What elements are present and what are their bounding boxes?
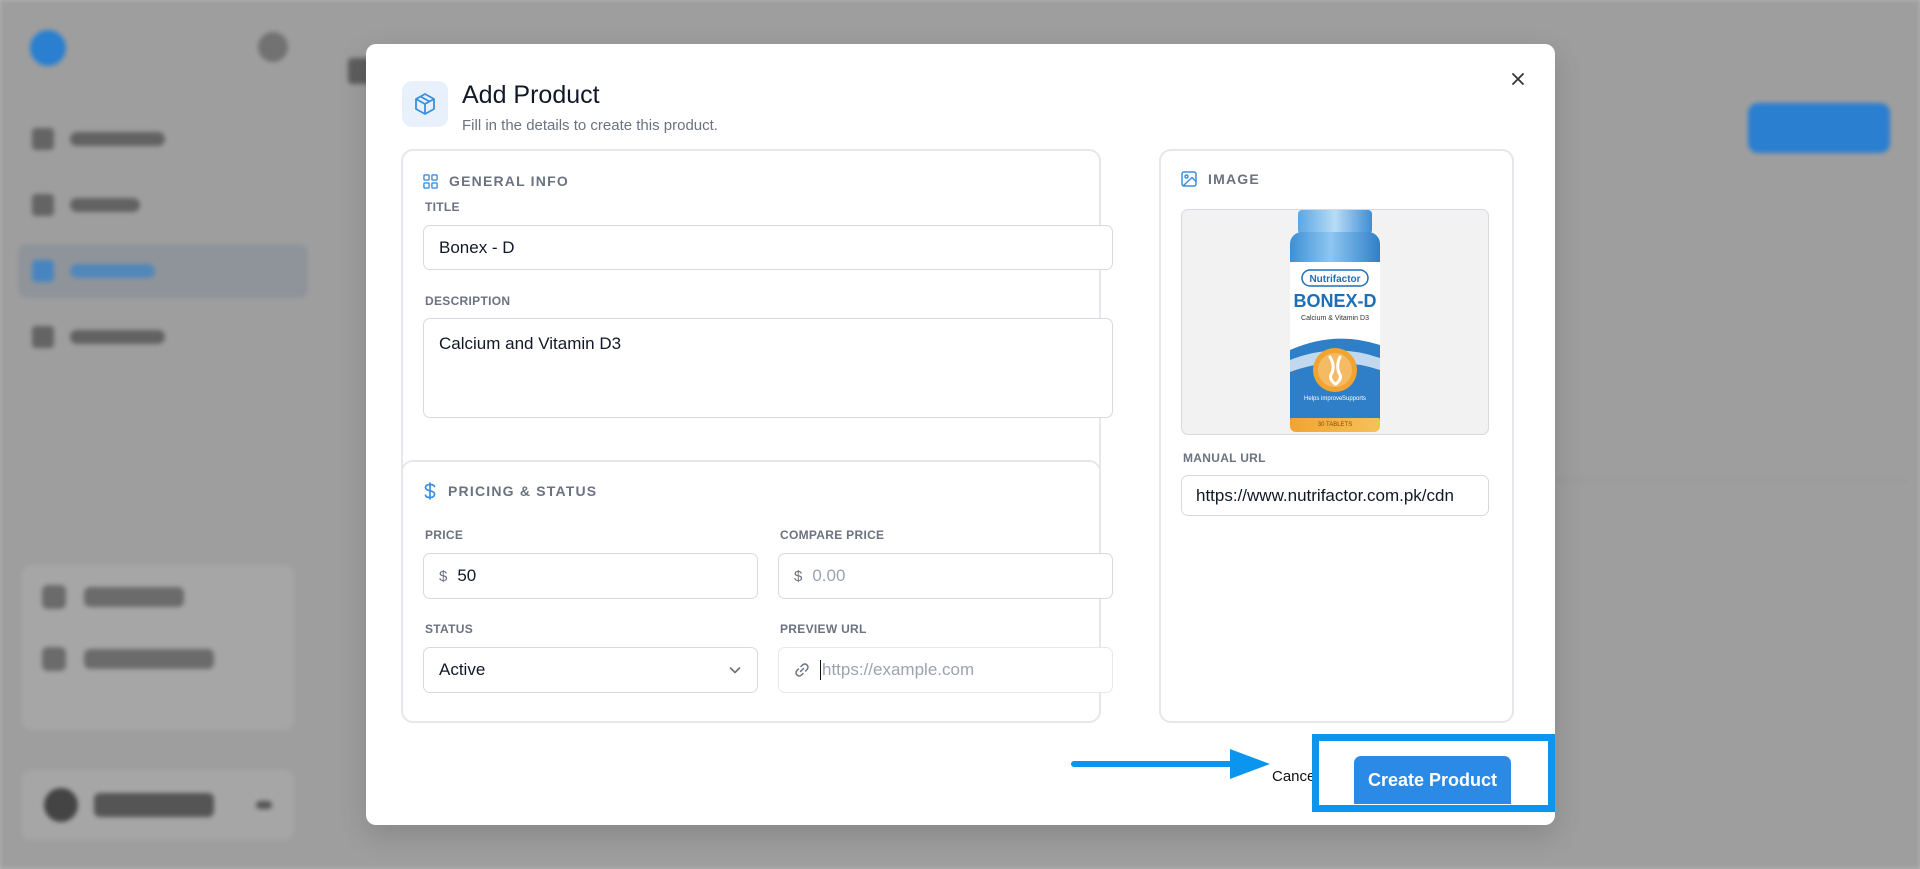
svg-text:Calcium & Vitamin D3: Calcium & Vitamin D3 (1301, 315, 1369, 322)
general-info-heading-text: GENERAL INFO (449, 173, 569, 189)
compare-currency-prefix: $ (794, 567, 803, 585)
close-icon (1512, 73, 1524, 85)
sidebar-nav (18, 112, 308, 376)
image-heading-text: IMAGE (1208, 171, 1260, 187)
status-label: STATUS (425, 622, 474, 636)
grid-icon (423, 173, 438, 189)
description-textarea-value: Calcium and Vitamin D3 (439, 334, 622, 353)
compare-price-label: COMPARE PRICE (780, 528, 885, 542)
preview-url-input[interactable]: https://example.com (778, 647, 1113, 693)
sidebar-item (18, 112, 308, 166)
status-select[interactable]: Active (423, 647, 758, 693)
svg-text:BONEX-D: BONEX-D (1293, 291, 1376, 311)
status-select-value: Active (439, 660, 486, 679)
svg-text:30 TABLETS: 30 TABLETS (1318, 422, 1352, 428)
cube-icon (415, 93, 435, 115)
link-icon (794, 662, 810, 678)
compare-price-input[interactable]: $ 0.00 (778, 553, 1113, 599)
add-product-modal: Add Product Fill in the details to creat… (366, 44, 1555, 825)
pricing-status-panel: PRICING & STATUS PRICE $ 50 COMPARE PRIC… (401, 460, 1113, 723)
manual-url-value: https://www.nutrifactor.com.pk/cdn (1196, 485, 1454, 505)
title-input[interactable]: Bonex - D (423, 225, 1113, 270)
description-textarea[interactable]: Calcium and Vitamin D3 (423, 318, 1113, 418)
pricing-status-heading: PRICING & STATUS (423, 482, 597, 500)
pricing-status-heading-text: PRICING & STATUS (448, 483, 598, 499)
image-icon (1181, 171, 1197, 187)
annotation-highlight-box (1312, 734, 1555, 812)
app-logo (30, 28, 235, 68)
svg-text:Supports: Supports (1342, 396, 1366, 402)
image-heading: IMAGE (1181, 171, 1260, 187)
modal-subtitle: Fill in the details to create this produ… (462, 117, 718, 134)
annotation-arrow-icon (1071, 749, 1270, 779)
title-input-value: Bonex - D (439, 237, 515, 257)
price-input[interactable]: $ 50 (423, 553, 758, 599)
preview-url-placeholder: https://example.com (822, 660, 975, 679)
product-image-preview[interactable]: Nutrifactor BONEX-D Calcium & Vitamin D3… (1181, 209, 1489, 435)
header-action-button (1748, 103, 1890, 153)
image-panel: IMAGE Nutrifactor BONEX-D Calcium & Vita… (1159, 149, 1514, 723)
product-header-icon-box (402, 81, 448, 127)
sidebar-item (18, 310, 308, 364)
price-currency-prefix: $ (439, 567, 448, 585)
price-input-value: 50 (457, 566, 477, 585)
description-label: DESCRIPTION (425, 294, 511, 308)
modal-title: Add Product (462, 81, 600, 109)
dollar-icon (424, 482, 436, 500)
sidebar-toggle-icon (258, 32, 288, 62)
text-cursor (820, 660, 821, 680)
svg-text:Helps improve: Helps improve (1304, 396, 1343, 402)
product-bottle-image: Nutrifactor BONEX-D Calcium & Vitamin D3… (1290, 210, 1380, 432)
svg-text:Nutrifactor: Nutrifactor (1309, 274, 1360, 285)
preview-url-label: PREVIEW URL (780, 622, 867, 636)
manual-url-label: MANUAL URL (1183, 451, 1266, 465)
chevron-down-icon (728, 663, 742, 677)
price-label: PRICE (425, 528, 464, 542)
close-button[interactable] (1503, 64, 1533, 94)
general-info-panel: GENERAL INFO TITLE Bonex - D DESCRIPTION… (401, 149, 1113, 485)
compare-price-placeholder: 0.00 (812, 566, 846, 585)
general-info-heading: GENERAL INFO (423, 173, 569, 189)
sidebar-item (18, 178, 308, 232)
sidebar-item-active (18, 244, 308, 298)
sidebar-card (22, 565, 294, 730)
manual-url-input[interactable]: https://www.nutrifactor.com.pk/cdn (1181, 475, 1489, 516)
user-menu (22, 770, 294, 840)
title-label: TITLE (425, 200, 460, 214)
